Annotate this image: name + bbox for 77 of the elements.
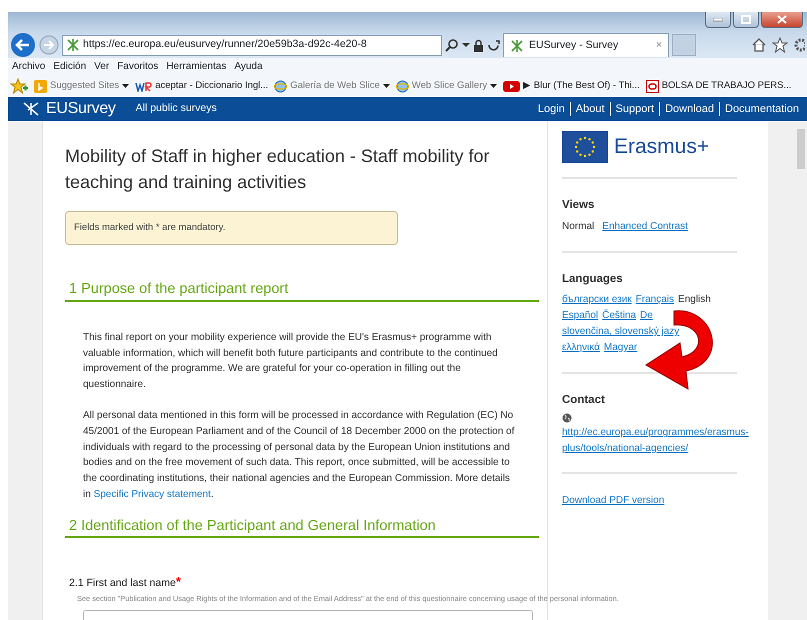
privacy-link[interactable]: Specific Privacy statement [94,489,211,500]
address-field[interactable]: https://ec.europa.eu/eusurvey/runner/20e59b3a-d92c-4e20-8 [62,34,442,56]
forward-icon[interactable] [39,35,59,55]
tab-close-button[interactable]: × [656,38,662,54]
option-link[interactable]: Enhanced Contrast [602,221,688,232]
section-heading: 2 Identification of the Participant and General Information [65,518,539,538]
sidebar-heading: Languages [562,272,624,287]
url-link[interactable]: http://ec.europa.eu/programmes/erasmus-plus/tools/national-agencies/ [562,425,784,456]
menu-item[interactable]: Ayuda [234,59,263,74]
option-link[interactable]: Čeština [602,308,636,324]
current-option: English [678,292,711,308]
home-icon[interactable] [751,37,767,53]
close-button[interactable] [761,12,803,28]
favorite-link[interactable]: Suggested Sites [34,78,130,94]
nav-link[interactable]: Login [538,100,565,118]
play-icon [503,80,520,92]
favorite-link[interactable]: BOLSA DE TRABAJO PERS... [646,78,792,94]
back-icon[interactable] [10,32,36,58]
star-icon[interactable] [772,37,788,53]
sidebar-heading: Views [562,198,596,213]
option-link[interactable]: български език [562,292,632,308]
caret-icon[interactable] [122,84,130,88]
option-link[interactable]: De [640,308,653,324]
menu-item[interactable]: Edición [53,59,86,74]
menu-item[interactable]: Archivo [12,59,46,74]
logo-icon [22,101,40,117]
mandatory-notice: Fields marked with * are mandatory. [65,211,398,246]
globe-icon [562,413,572,424]
site-favicon-icon [510,38,524,52]
pdf-link[interactable]: Download PDF version [562,495,664,506]
search-icon[interactable] [445,38,459,52]
section-heading: 1 Purpose of the participant report [65,281,539,302]
erasmus-logo: Erasmus+ [562,131,768,177]
paragraph: This final report on your mobility experience will provide the EU's Erasmus+ programme with valuable information, which will benefit both future participants and contribute to the continued improvement of the programme. We are grateful for your co-operation in filling out the questionnaire. [82,330,499,392]
nav-link[interactable]: About [576,100,605,118]
letters-icon [135,80,152,92]
favorite-link[interactable]: aceptar - Diccionario Ingl... [135,78,268,94]
browser-tab[interactable]: EUSurvey - Survey × [503,33,669,57]
sidebar-heading: Contact [562,393,606,408]
survey-title: Mobility of Staff in higher education - Staff mobility for teaching and training activities [65,145,491,194]
caret-icon[interactable] [382,84,390,88]
option-link[interactable]: Español [562,308,598,324]
menu-item[interactable]: Favoritos [117,59,158,74]
favorite-link[interactable]: Galería de Web Slice [274,78,390,94]
letter-tile-icon [34,80,47,92]
menu-item[interactable]: Herramientas [166,59,226,74]
url-text: https://ec.europa.eu/eusurvey/runner/20e59b3a-d92c-4e20-8 [83,37,367,52]
site-favicon-icon [66,38,80,52]
current-option: Normal [562,221,594,232]
maximize-button[interactable] [733,12,759,28]
minimize-button[interactable] [705,12,731,28]
option-link[interactable]: slovenčina, slovenský jazy [562,324,680,340]
nav-link[interactable]: Documentation [725,100,799,118]
option-link[interactable]: ελληνικά [562,340,600,356]
question-label: 2.1 First and last name* [69,573,182,592]
paragraph: All personal data mentioned in this form will be processed in accordance with Regulation (EC) No 45/2001 of the European Parliament and of the Council of 18 December 2000 on the protection of individuals with regard to the processing of personal data by the European Union institutions and bodies and on the free movement of such data. This report, once submitted, will be accessible to the coordinating institutions, their national agencies and the European Commission. More details in Specific Privacy statement. [82,409,516,502]
option-link[interactable]: Magyar [604,340,638,356]
globe-page-icon [396,80,409,92]
favorite-link[interactable]: Web Slice Gallery [396,78,498,94]
refresh-icon[interactable] [487,38,500,52]
settings-icon[interactable] [793,37,805,53]
caret-icon[interactable] [462,42,470,48]
close-icon [777,15,787,24]
minimize-icon [713,18,723,22]
menu-item[interactable]: Ver [94,59,110,74]
lock-icon [473,38,484,52]
nav-link[interactable]: Support [616,100,654,118]
nav-link[interactable]: Download [665,100,714,118]
option-link[interactable]: Français [636,292,674,308]
favorite-link[interactable]: ▶ Blur (The Best Of) - Thi... [503,78,640,94]
globe-page-icon [274,80,288,92]
nav-link[interactable]: All public surveys [136,101,217,117]
ring-tile-icon [646,80,659,92]
favorites-star-icon[interactable] [10,78,28,94]
caret-icon[interactable] [490,84,498,88]
site-logo[interactable]: EUSurvey [46,97,116,121]
maximize-icon [741,15,751,24]
